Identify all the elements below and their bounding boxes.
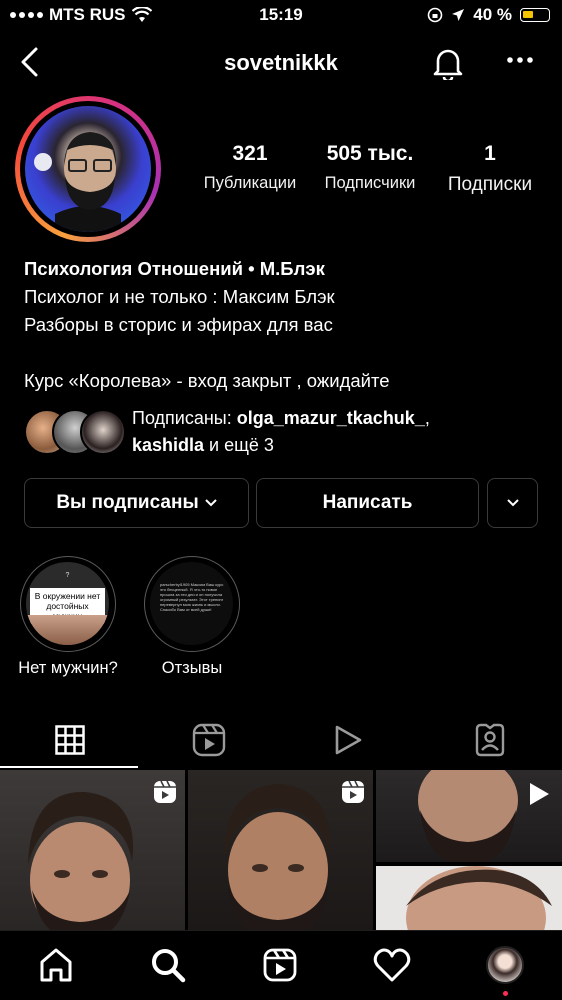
nav-profile[interactable]	[485, 945, 525, 996]
avatar	[80, 409, 126, 455]
highlight-label: Отзывы	[161, 659, 223, 677]
stat-following-label: Подписки	[447, 174, 533, 195]
following-button-label: Вы подписаны	[56, 492, 199, 513]
reels-icon	[192, 723, 226, 757]
stat-following-count: 1	[484, 142, 496, 165]
location-icon	[452, 9, 465, 21]
stat-posts-label: Публикации	[203, 174, 297, 192]
story-highlight[interactable]: parscherbyl1905 Максим Ваш курс это бесц…	[144, 556, 240, 652]
bio-line-blank	[24, 339, 544, 367]
home-icon	[40, 948, 72, 982]
profile-avatar[interactable]	[15, 96, 161, 242]
battery-icon	[520, 8, 550, 22]
bell-icon[interactable]	[432, 46, 464, 80]
message-button[interactable]: Написать	[256, 478, 479, 528]
following-button[interactable]: Вы подписаны	[24, 478, 249, 528]
post-thumbnail[interactable]	[188, 770, 373, 930]
stat-followers-label: Подписчики	[324, 174, 416, 192]
bio-line: Разборы в сторис и эфирах для вас	[24, 314, 333, 335]
mutual-followers-avatars[interactable]	[24, 409, 126, 455]
tab-grid[interactable]	[0, 712, 140, 768]
stat-followers[interactable]: 505 тыс. Подписчики	[310, 142, 430, 193]
reels-icon	[342, 780, 364, 803]
mutual-separator: ,	[424, 408, 430, 428]
mutual-user-link[interactable]: olga_mazur_tkachuk_	[237, 408, 425, 428]
stat-posts-count: 321	[232, 142, 268, 165]
bottom-navigation	[0, 930, 562, 1000]
chevron-down-icon	[506, 499, 519, 507]
mutual-user-link[interactable]: kashidla	[132, 435, 204, 455]
profile-username: sovetnikkk	[224, 50, 338, 75]
nav-search[interactable]	[148, 945, 188, 985]
nav-home[interactable]	[36, 945, 76, 985]
suggested-dropdown-button[interactable]	[487, 478, 538, 528]
grid-icon	[55, 725, 85, 755]
tab-tagged[interactable]	[420, 712, 560, 768]
stat-posts[interactable]: 321 Публикации	[190, 142, 310, 193]
profile-display-name: Психология Отношений • М.Блэк	[24, 258, 325, 279]
nav-activity[interactable]	[372, 945, 412, 985]
more-options-icon[interactable]	[506, 56, 534, 64]
tab-reels[interactable]	[139, 712, 279, 768]
highlight-label: Нет мужчин?	[18, 659, 118, 677]
highlight-cover-photo	[26, 615, 109, 645]
play-icon	[530, 783, 549, 805]
post-thumbnail[interactable]	[0, 770, 185, 930]
message-button-label: Написать	[322, 492, 413, 513]
active-tab-indicator	[0, 766, 138, 768]
search-icon	[152, 949, 186, 983]
nav-reels[interactable]	[260, 945, 300, 985]
chevron-down-icon	[204, 499, 217, 507]
avatar	[486, 946, 524, 984]
highlight-cover: ? В окружении нет достойных мужчин	[26, 562, 109, 645]
post-thumbnail[interactable]	[376, 866, 562, 930]
heart-icon	[373, 948, 411, 982]
stat-followers-count: 505 тыс.	[326, 142, 414, 165]
tagged-person-icon	[475, 723, 505, 757]
tab-videos[interactable]	[278, 712, 418, 768]
profile-bio: Психология Отношений • М.Блэк Психолог и…	[24, 255, 544, 395]
profile-header: sovetnikkk	[0, 40, 562, 86]
notification-dot	[503, 991, 508, 996]
story-highlight[interactable]: ? В окружении нет достойных мужчин	[20, 556, 116, 652]
bio-line: Психолог и не только : Максим Блэк	[24, 286, 335, 307]
mutual-followers-text[interactable]: Подписаны: olga_mazur_tkachuk_, kashidla…	[132, 405, 430, 459]
mutual-suffix: и ещё 3	[204, 435, 274, 455]
battery-percent: 40 %	[473, 5, 512, 24]
status-right: 40 %	[427, 5, 550, 25]
bio-line: Курс «Королева» - вход закрыт , ожидайте	[24, 370, 390, 391]
avatar-photo	[25, 106, 151, 232]
post-thumbnail[interactable]	[376, 770, 562, 862]
stat-following[interactable]: 1 Подписки	[430, 142, 550, 196]
highlight-cover-mark: ?	[65, 572, 70, 579]
reels-icon	[154, 780, 176, 803]
reels-icon	[263, 948, 297, 982]
mutual-prefix: Подписаны:	[132, 408, 237, 428]
play-icon	[335, 725, 362, 755]
status-bar: MTS RUS 15:19 40 %	[0, 0, 562, 32]
highlight-cover-text: parscherbyl1905 Максим Ваш курс это бесц…	[160, 582, 224, 612]
highlight-cover: parscherbyl1905 Максим Ваш курс это бесц…	[150, 562, 233, 645]
rotation-lock-icon	[427, 7, 443, 23]
